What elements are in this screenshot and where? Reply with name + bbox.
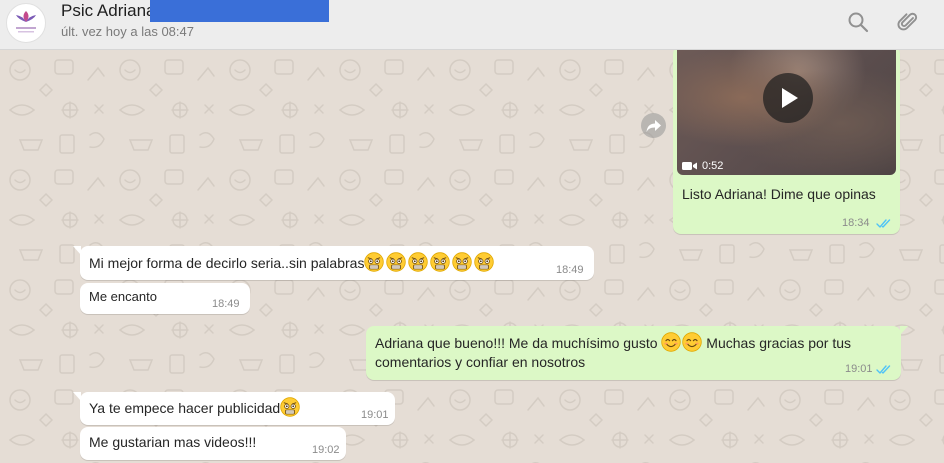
contact-avatar[interactable]: [6, 3, 46, 43]
read-ticks-icon: [876, 218, 892, 229]
message-incoming[interactable]: Me gustarian mas videos!!! 19:02: [80, 427, 346, 460]
message-time: 18:49: [556, 264, 584, 276]
play-icon: [782, 88, 798, 108]
message-time: 19:01: [361, 409, 389, 421]
message-text: comentarios y confiar en nosotros: [375, 354, 586, 370]
bubble-tail: [73, 392, 81, 401]
video-duration: 0:52: [702, 160, 724, 172]
message-text-group: Mi mejor forma de decirlo seria..sin pal…: [89, 252, 494, 273]
astonished-face-icon: [408, 252, 428, 272]
message-incoming[interactable]: Mi mejor forma de decirlo seria..sin pal…: [73, 246, 594, 280]
message-outgoing[interactable]: Adriana que bueno!!! Me da muchísimo gus…: [366, 326, 908, 380]
message-time: 18:49: [212, 298, 240, 310]
astonished-face-icon: [452, 252, 472, 272]
astonished-face-icon: [280, 397, 300, 417]
message-text: Me encanto: [89, 289, 157, 304]
read-ticks-icon: [876, 364, 892, 375]
astonished-face-icon: [430, 252, 450, 272]
astonished-face-icon: [386, 252, 406, 272]
message-text: Me gustarian mas videos!!!: [89, 434, 257, 450]
video-thumbnail[interactable]: 0:52: [677, 50, 896, 175]
astonished-face-icon: [474, 252, 494, 272]
message-incoming[interactable]: Me encanto 18:49: [80, 283, 250, 314]
message-text: Listo Adriana! Dime que opinas: [682, 186, 876, 202]
message-text-group: Ya te empece hacer publicidad: [89, 397, 300, 418]
message-outgoing-video[interactable]: 0:52 Listo Adriana! Dime que opinas 18:3…: [673, 50, 900, 234]
conversation-panel[interactable]: 0:52 Listo Adriana! Dime que opinas 18:3…: [0, 50, 944, 463]
last-seen-status: últ. vez hoy a las 08:47: [61, 24, 194, 39]
message-text-line1: Adriana que bueno!!! Me da muchísimo gus…: [375, 332, 851, 353]
contact-name[interactable]: Psic Adriana: [61, 1, 156, 21]
message-text: Adriana que bueno!!! Me da muchísimo gus…: [375, 335, 658, 351]
message-time: 18:34: [842, 217, 870, 229]
message-text: Ya te empece hacer publicidad: [89, 400, 281, 416]
message-incoming[interactable]: Ya te empece hacer publicidad 19:01: [73, 392, 395, 425]
video-camera-icon: [682, 162, 697, 170]
message-text: Muchas gracias por tus: [706, 335, 852, 351]
attach-icon[interactable]: [896, 10, 920, 34]
astonished-face-icon: [364, 252, 384, 272]
redaction-block: [150, 0, 329, 22]
message-time: 19:02: [312, 444, 340, 456]
play-button[interactable]: [763, 73, 813, 123]
bubble-tail: [900, 326, 908, 335]
message-time: 19:01: [845, 363, 873, 375]
message-text: Mi mejor forma de decirlo seria..sin pal…: [89, 255, 365, 271]
chat-header: Psic Adriana últ. vez hoy a las 08:47: [0, 0, 944, 50]
search-icon[interactable]: [846, 10, 870, 34]
smiling-face-icon: [661, 332, 681, 352]
forward-icon: [646, 120, 661, 132]
bubble-tail: [73, 246, 81, 255]
forward-button[interactable]: [641, 113, 666, 138]
smiling-face-icon: [682, 332, 702, 352]
